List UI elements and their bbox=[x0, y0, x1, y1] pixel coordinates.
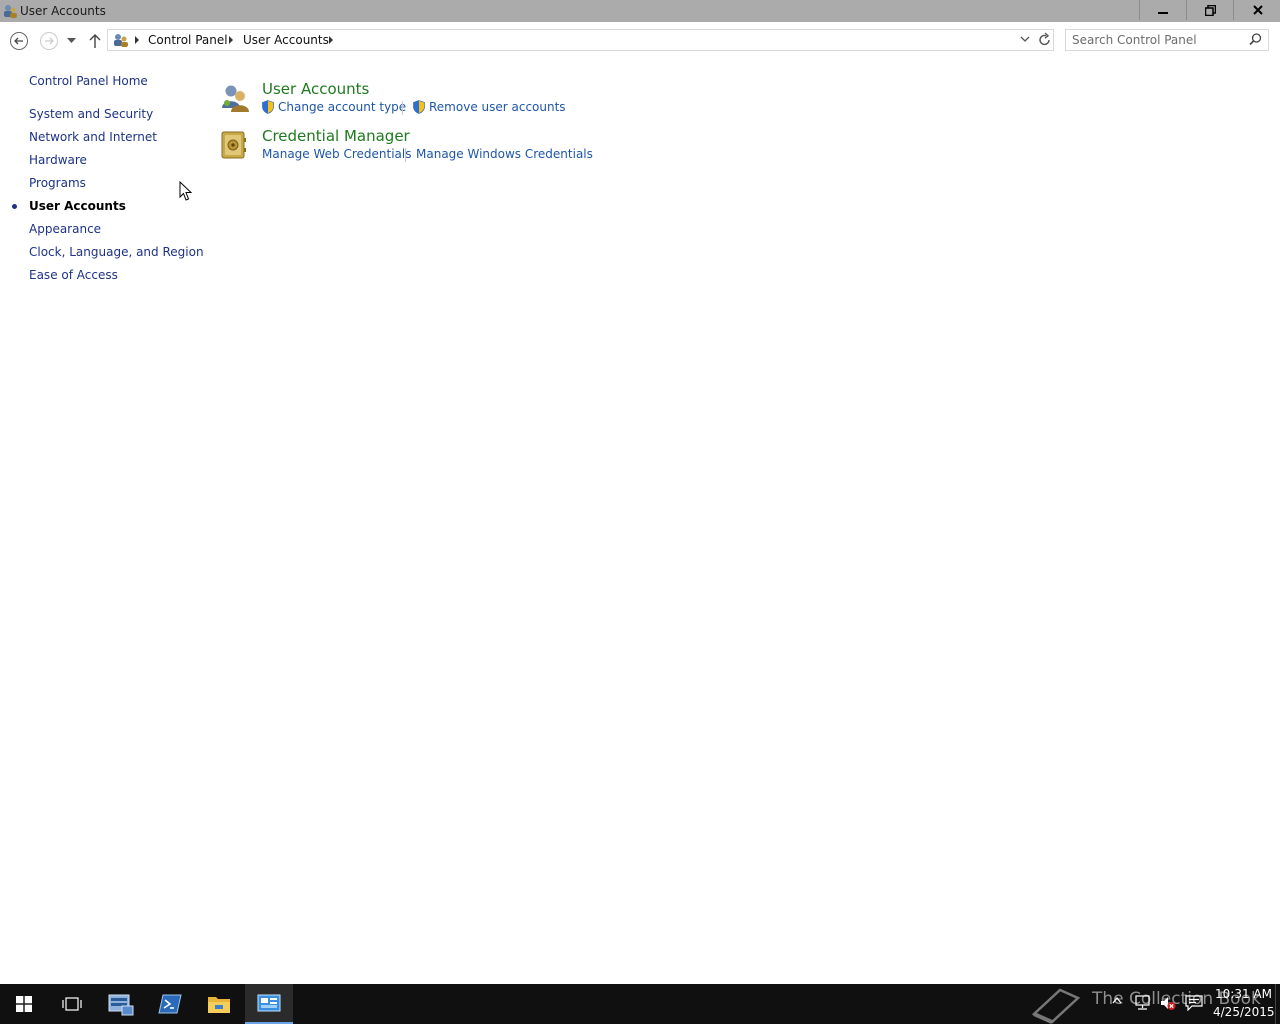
action-center-icon[interactable] bbox=[1185, 995, 1203, 1011]
refresh-icon[interactable] bbox=[1038, 32, 1052, 48]
task-view-button[interactable] bbox=[48, 984, 96, 1024]
users-icon[interactable] bbox=[219, 82, 251, 114]
forward-button[interactable] bbox=[38, 30, 60, 52]
breadcrumb-separator-icon[interactable] bbox=[229, 36, 233, 44]
close-icon bbox=[1252, 5, 1263, 15]
start-button[interactable] bbox=[0, 984, 48, 1024]
taskbar-control-panel[interactable] bbox=[245, 984, 293, 1024]
up-arrow-icon bbox=[89, 34, 101, 48]
breadcrumb-separator-icon[interactable] bbox=[329, 36, 333, 44]
task-separator bbox=[402, 101, 403, 115]
category-title-user-accounts[interactable]: User Accounts bbox=[262, 80, 369, 98]
folder-icon bbox=[208, 997, 230, 1013]
sidebar-item-system-and-security[interactable]: System and Security bbox=[29, 107, 153, 121]
control-panel-icon bbox=[257, 994, 281, 1012]
category-title-credential-manager[interactable]: Credential Manager bbox=[262, 127, 410, 145]
uac-shield-icon bbox=[413, 100, 425, 114]
sidebar-item-programs[interactable]: Programs bbox=[29, 176, 86, 190]
change-account-type-link[interactable]: Change account type bbox=[278, 100, 406, 114]
book-watermark-icon bbox=[1031, 988, 1081, 1024]
window-title: User Accounts bbox=[20, 4, 106, 18]
chevron-down-icon[interactable] bbox=[1020, 36, 1030, 44]
forward-arrow-icon bbox=[40, 32, 58, 50]
show-hidden-icons-icon[interactable] bbox=[1112, 996, 1122, 1004]
current-page-bullet-icon bbox=[12, 204, 17, 209]
minimize-button[interactable] bbox=[1139, 0, 1186, 20]
sidebar-control-panel-home[interactable]: Control Panel Home bbox=[29, 74, 148, 88]
task-separator bbox=[405, 148, 406, 162]
vault-icon[interactable] bbox=[221, 130, 247, 160]
uac-shield-icon bbox=[262, 100, 274, 114]
search-input[interactable] bbox=[1072, 32, 1242, 48]
restore-button[interactable] bbox=[1186, 0, 1233, 20]
up-button[interactable] bbox=[84, 30, 106, 52]
control-panel-icon bbox=[114, 34, 128, 47]
search-box[interactable] bbox=[1065, 29, 1269, 51]
window-titlebar: User Accounts bbox=[0, 0, 1280, 22]
mouse-cursor-icon bbox=[179, 181, 192, 201]
network-icon[interactable] bbox=[1134, 995, 1152, 1011]
sidebar-item-clock-language-region[interactable]: Clock, Language, and Region bbox=[29, 245, 204, 259]
taskbar-file-explorer[interactable] bbox=[195, 984, 243, 1024]
chevron-down-icon bbox=[66, 38, 76, 43]
close-button[interactable] bbox=[1233, 0, 1280, 20]
clock-time[interactable]: 10:31 AM bbox=[1215, 987, 1272, 1001]
control-panel-app-icon bbox=[4, 5, 17, 18]
sidebar-item-network-and-internet[interactable]: Network and Internet bbox=[29, 130, 157, 144]
manage-windows-credentials-link[interactable]: Manage Windows Credentials bbox=[416, 147, 593, 161]
volume-muted-icon[interactable] bbox=[1159, 995, 1177, 1011]
breadcrumb-user-accounts[interactable]: User Accounts bbox=[243, 33, 329, 47]
address-bar[interactable]: Control Panel User Accounts bbox=[107, 29, 1054, 51]
server-manager-icon bbox=[108, 994, 134, 1016]
sidebar-item-user-accounts[interactable]: User Accounts bbox=[29, 199, 126, 213]
remove-user-accounts-link[interactable]: Remove user accounts bbox=[429, 100, 566, 114]
sidebar-item-ease-of-access[interactable]: Ease of Access bbox=[29, 268, 118, 282]
taskbar-server-manager[interactable] bbox=[97, 984, 145, 1024]
manage-web-credentials-link[interactable]: Manage Web Credentials bbox=[262, 147, 411, 161]
back-arrow-icon bbox=[10, 32, 28, 50]
powershell-icon bbox=[158, 994, 182, 1014]
breadcrumb-separator-icon[interactable] bbox=[135, 36, 139, 44]
restore-icon bbox=[1204, 4, 1216, 16]
task-view-icon bbox=[62, 997, 82, 1011]
sidebar-item-appearance[interactable]: Appearance bbox=[29, 222, 101, 236]
sidebar-item-hardware[interactable]: Hardware bbox=[29, 153, 87, 167]
minimize-icon bbox=[1158, 12, 1168, 14]
show-desktop-button[interactable] bbox=[1275, 984, 1280, 1024]
taskbar: The Collection Book 10:31 AM 4/25/2015 bbox=[0, 984, 1280, 1024]
search-icon[interactable] bbox=[1249, 33, 1262, 46]
recent-locations-button[interactable] bbox=[62, 30, 80, 52]
taskbar-powershell[interactable] bbox=[146, 984, 194, 1024]
clock-date[interactable]: 4/25/2015 bbox=[1213, 1005, 1275, 1019]
breadcrumb-control-panel[interactable]: Control Panel bbox=[148, 33, 228, 47]
back-button[interactable] bbox=[8, 30, 30, 52]
windows-logo-icon bbox=[16, 996, 32, 1012]
